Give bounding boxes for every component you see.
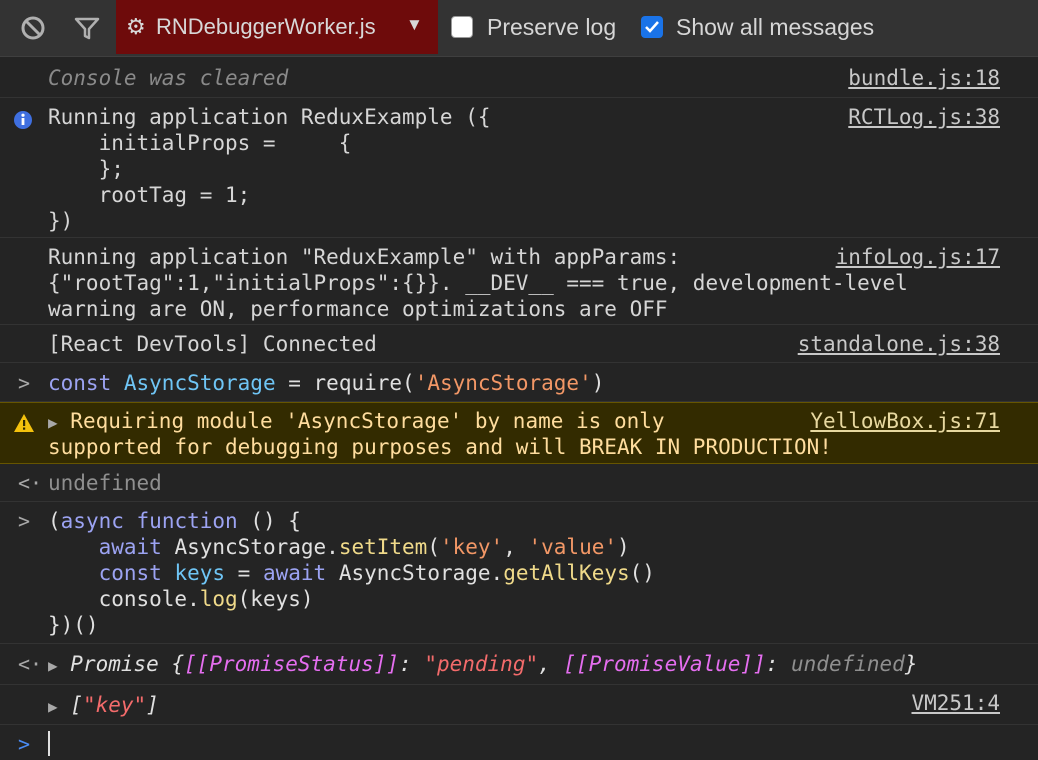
message-line: {"rootTag":1,"initialProps":{}}. __DEV__… <box>48 271 908 295</box>
message-line: warning are ON, performance optimization… <box>48 297 668 321</box>
source-link[interactable]: bundle.js:18 <box>848 65 1000 91</box>
source-link[interactable]: VM251:4 <box>911 690 1000 716</box>
gear-icon: ⚙ <box>126 14 146 39</box>
message-line: Running application "ReduxExample" with … <box>48 245 681 269</box>
code-line: })() <box>48 613 99 637</box>
input-prompt-icon: > <box>18 371 31 395</box>
preserve-log-checkbox[interactable] <box>451 16 473 38</box>
warning-line: ▶ Requiring module 'AsyncStorage' by nam… <box>48 409 665 433</box>
input-prompt-icon: > <box>18 509 31 533</box>
show-all-messages-label[interactable]: Show all messages <box>676 14 874 41</box>
info-icon <box>14 111 32 129</box>
source-link[interactable]: RCTLog.js:38 <box>848 104 1000 130</box>
result-value: undefined <box>48 471 162 495</box>
message-line: }) <box>48 209 74 233</box>
code-line: console.log(keys) <box>48 587 314 611</box>
warning-line: supported for debugging purposes and wil… <box>48 435 832 459</box>
warning-icon <box>14 414 34 432</box>
console-message-warning: ▶ Requiring module 'AsyncStorage' by nam… <box>0 402 1038 464</box>
result-arrow-icon: <· <box>18 471 43 495</box>
console-message-devtools: [React DevTools] Connected standalone.js… <box>0 325 1038 363</box>
context-label: RNDebuggerWorker.js <box>156 14 376 39</box>
console-command: > const AsyncStorage = require('AsyncSto… <box>0 363 1038 402</box>
message-line: Running application ReduxExample ({ <box>48 105 491 129</box>
console-message-info: Running application ReduxExample ({ init… <box>0 98 1038 238</box>
expand-triangle-icon: ▶ <box>48 413 58 432</box>
result-arrow-icon: <· <box>18 652 43 676</box>
code-line: const keys = await AsyncStorage.getAllKe… <box>98 561 655 585</box>
code-line: (async function () { <box>48 509 301 533</box>
source-link[interactable]: YellowBox.js:71 <box>810 408 1000 434</box>
preserve-log-label[interactable]: Preserve log <box>487 14 616 41</box>
message-line: }; <box>48 157 124 181</box>
console-message-cleared: Console was cleared bundle.js:18 <box>0 57 1038 98</box>
console-toolbar: ⚙ RNDebuggerWorker.js ▼ Preserve log Sho… <box>0 0 1038 57</box>
console-command: > (async function () { await AsyncStorag… <box>0 502 1038 644</box>
message-text: Console was cleared <box>48 66 289 90</box>
promise-object[interactable]: ▶ Promise {[[PromiseStatus]]: "pending",… <box>48 651 917 679</box>
expand-triangle-icon: ▶ <box>48 697 58 716</box>
check-icon <box>645 21 659 33</box>
console-input[interactable]: > <box>0 725 1038 760</box>
array-object[interactable]: ▶ ["key"] <box>48 692 159 720</box>
input-prompt-icon: > <box>18 732 31 756</box>
context-selector[interactable]: ⚙ RNDebuggerWorker.js ▼ <box>116 0 438 54</box>
console-message-log: Running application "ReduxExample" with … <box>0 238 1038 325</box>
message-line: rootTag = 1; <box>48 183 251 207</box>
clear-console-icon[interactable] <box>19 14 47 42</box>
console-result: <· ▶ Promise {[[PromiseStatus]]: "pendin… <box>0 644 1038 685</box>
console-message-array: ▶ ["key"] VM251:4 <box>0 685 1038 725</box>
command-code: const AsyncStorage = require('AsyncStora… <box>48 371 605 395</box>
expand-triangle-icon: ▶ <box>48 656 58 675</box>
message-text: [React DevTools] Connected <box>48 332 377 356</box>
filter-icon[interactable] <box>73 14 101 42</box>
chevron-down-icon: ▼ <box>406 15 423 34</box>
source-link[interactable]: standalone.js:38 <box>798 331 1000 357</box>
show-all-messages-checkbox[interactable] <box>641 16 663 38</box>
message-line: initialProps = { <box>48 131 352 155</box>
console-result: <· undefined <box>0 464 1038 502</box>
code-line: await AsyncStorage.setItem('key', 'value… <box>98 535 630 559</box>
source-link[interactable]: infoLog.js:17 <box>836 244 1000 270</box>
text-cursor <box>48 731 50 756</box>
